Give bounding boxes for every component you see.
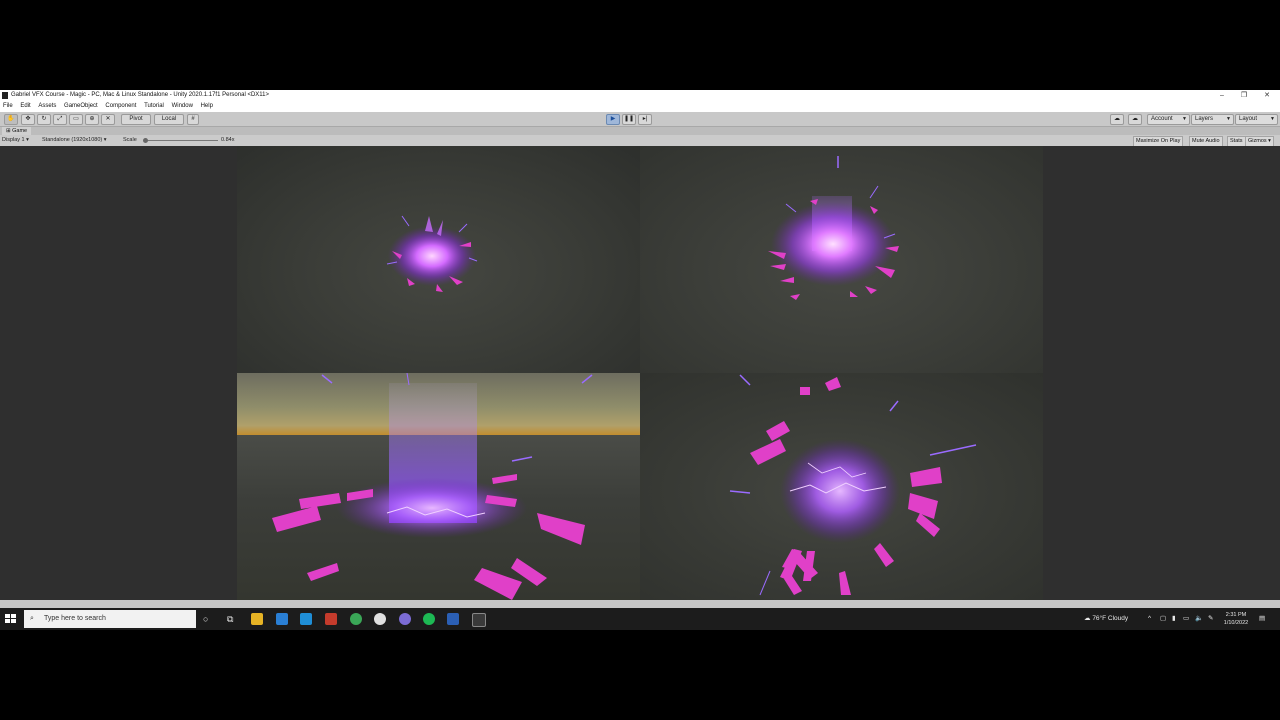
collab-icon[interactable]: ☁ <box>1110 114 1124 125</box>
chevron-down-icon: ▾ <box>103 137 107 143</box>
clock-time: 2:31 PM <box>1225 612 1247 618</box>
move-tool-icon[interactable]: ✥ <box>21 114 35 125</box>
game-view[interactable] <box>0 146 1280 600</box>
word-icon[interactable] <box>447 613 459 625</box>
layout-dropdown[interactable]: Layout ▼ <box>1235 114 1278 125</box>
magic-top-down-burst <box>729 374 977 596</box>
pivot-label: Pivot <box>129 116 143 122</box>
resolution-label: Standalone (1920x1080) <box>42 137 103 143</box>
menu-window[interactable]: Window <box>172 101 193 112</box>
store-icon[interactable] <box>276 613 288 625</box>
menu-help[interactable]: Help <box>201 101 213 112</box>
scale-tool-icon[interactable]: ⤢ <box>53 114 67 125</box>
rect-tool-icon[interactable]: ▭ <box>69 114 83 125</box>
menu-edit[interactable]: Edit <box>20 101 30 112</box>
pen-icon[interactable]: ✎ <box>1208 608 1213 630</box>
app-icon[interactable] <box>374 613 386 625</box>
tab-game[interactable]: ⊞ Game <box>2 127 32 135</box>
gizmos-label: Gizmos <box>1248 138 1267 144</box>
main-toolbar: ✋ ✥ ↻ ⤢ ▭ ⊕ ✕ Pivot Local # ▶ ❚❚ ▸| ☁ ☁ … <box>0 112 1280 127</box>
minimize-icon[interactable]: – <box>1215 90 1229 101</box>
game-tab-bar: ⊞ Game <box>0 127 1280 135</box>
custom-tool-icon[interactable]: ✕ <box>101 114 115 125</box>
viewport-bottom-left <box>237 373 640 600</box>
weather-widget[interactable]: ☁ 76°F Cloudy <box>1084 608 1128 630</box>
rotate-tool-icon[interactable]: ↻ <box>37 114 51 125</box>
viewport-top-right <box>640 146 1043 373</box>
local-toggle[interactable]: Local <box>154 114 184 125</box>
weather-text: 76°F Cloudy <box>1092 615 1129 622</box>
menu-gameobject[interactable]: GameObject <box>64 101 98 112</box>
transform-tool-icon[interactable]: ⊕ <box>85 114 99 125</box>
unity-app-icon <box>2 92 8 99</box>
menu-tutorial[interactable]: Tutorial <box>144 101 164 112</box>
menu-file[interactable]: File <box>3 101 13 112</box>
window-title-bar: Gabriel VFX Course - Magic - PC, Mac & L… <box>0 90 1280 101</box>
close-icon[interactable]: ✕ <box>1260 90 1274 101</box>
menu-bar: File Edit Assets GameObject Component Tu… <box>0 101 1280 112</box>
magic-pillar-burst <box>272 373 593 600</box>
volume-icon[interactable]: 🔈 <box>1195 608 1203 630</box>
layers-dropdown[interactable]: Layers ▼ <box>1191 114 1234 125</box>
network-icon[interactable]: ▭ <box>1183 608 1189 630</box>
taskbar-search-input[interactable]: ⌕ Type here to search <box>24 610 196 628</box>
tray-app-icon[interactable]: ▢ <box>1160 608 1166 630</box>
viewport-top-left <box>237 146 640 373</box>
display-label: Display 1 <box>2 137 25 143</box>
clock-date: 1/10/2022 <box>1223 620 1249 626</box>
game-view-controls: Display 1 ▾ Standalone (1920x1080) ▾ Sca… <box>0 135 1280 147</box>
windows-start-icon[interactable] <box>3 612 19 626</box>
resolution-dropdown[interactable]: Standalone (1920x1080) ▾ <box>42 135 107 146</box>
magic-burst-small <box>386 215 478 292</box>
menu-component[interactable]: Component <box>105 101 136 112</box>
account-label: Account <box>1151 116 1173 122</box>
game-tab-label: Game <box>12 128 28 134</box>
menu-assets[interactable]: Assets <box>38 101 56 112</box>
search-placeholder: Type here to search <box>44 615 106 622</box>
cloud-icon[interactable]: ☁ <box>1128 114 1142 125</box>
pause-button[interactable]: ❚❚ <box>622 114 636 125</box>
restore-icon[interactable]: ❐ <box>1237 90 1251 101</box>
chevron-down-icon: ▼ <box>1270 116 1275 122</box>
tray-app-icon[interactable]: ▮ <box>1172 608 1176 630</box>
hand-tool-icon[interactable]: ✋ <box>4 114 18 125</box>
mail-icon[interactable] <box>300 613 312 625</box>
grid-snap-icon[interactable]: # <box>187 114 199 125</box>
scale-slider-track[interactable] <box>144 140 218 141</box>
search-icon: ⌕ <box>30 615 34 622</box>
local-label: Local <box>161 116 177 122</box>
taskbar-clock[interactable]: 2:31 PM 1/10/2022 <box>1222 611 1250 627</box>
magic-burst-medium <box>768 156 899 300</box>
scale-slider-handle[interactable] <box>143 138 148 143</box>
status-bar <box>0 600 1280 608</box>
windows-taskbar: ⌕ Type here to search ○ ⧉ ☁ 76°F Cloudy … <box>0 608 1280 630</box>
chrome-icon[interactable] <box>350 613 362 625</box>
step-button[interactable]: ▸| <box>638 114 652 125</box>
task-view-icon[interactable]: ⧉ <box>227 608 233 630</box>
scale-label: Scale <box>123 137 137 143</box>
chevron-down-icon: ▼ <box>1226 116 1231 122</box>
layers-label: Layers <box>1195 116 1214 122</box>
chevron-down-icon: ▼ <box>1182 116 1187 122</box>
chevron-down-icon: ▾ <box>1268 138 1271 144</box>
account-dropdown[interactable]: Account ▼ <box>1147 114 1190 125</box>
play-button[interactable]: ▶ <box>606 114 620 125</box>
office-app-icon[interactable] <box>325 613 337 625</box>
unity-taskbar-icon[interactable] <box>472 613 486 627</box>
cortana-icon[interactable]: ○ <box>203 608 208 630</box>
file-explorer-icon[interactable] <box>251 613 263 625</box>
chevron-up-icon[interactable]: ^ <box>1148 608 1151 630</box>
display-dropdown[interactable]: Display 1 ▾ <box>2 135 29 146</box>
spotify-icon[interactable] <box>423 613 435 625</box>
notifications-icon[interactable]: ▤ <box>1259 608 1265 630</box>
scale-value: 0.84x <box>221 137 235 143</box>
viewport-bottom-right <box>640 373 1043 600</box>
chevron-down-icon: ▾ <box>26 137 29 143</box>
discord-icon[interactable] <box>399 613 411 625</box>
layout-label: Layout <box>1239 116 1258 122</box>
window-title: Gabriel VFX Course - Magic - PC, Mac & L… <box>11 92 270 98</box>
pivot-toggle[interactable]: Pivot <box>121 114 151 125</box>
